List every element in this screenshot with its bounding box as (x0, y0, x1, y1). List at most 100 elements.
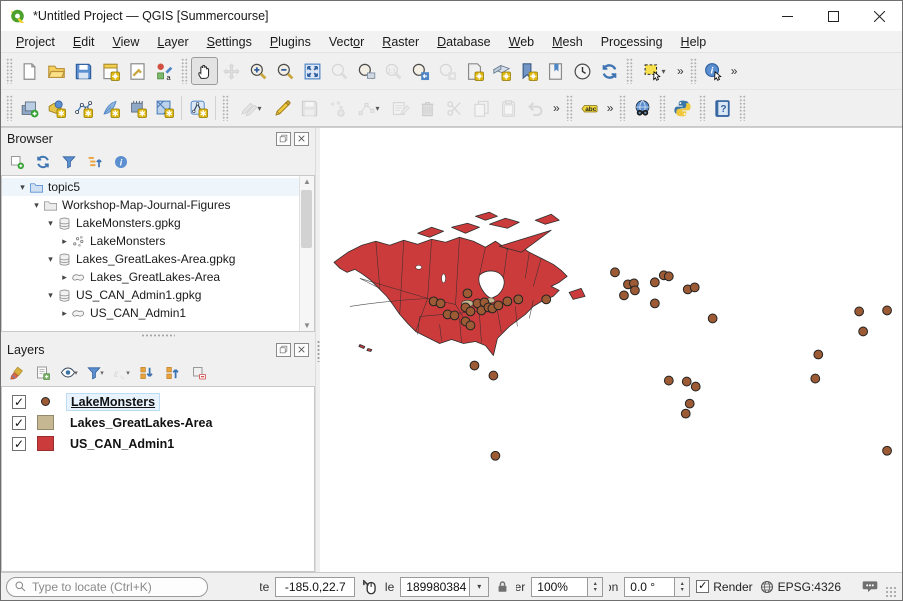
toolbar-grip[interactable] (181, 58, 188, 84)
zoom-to-selection-button[interactable] (326, 57, 353, 85)
vertex-tool-button[interactable]: ▾ (350, 94, 387, 122)
browser-item-us_can_admin1.gpkg[interactable]: ▾US_CAN_Admin1.gpkg (2, 286, 299, 304)
toolbar-overflow-button[interactable]: » (673, 64, 687, 78)
pan-map-button[interactable] (191, 57, 218, 85)
toolbar-overflow-button[interactable]: » (549, 101, 563, 115)
lock-scale-icon[interactable] (495, 579, 510, 594)
expander-icon[interactable]: ▾ (16, 182, 29, 193)
show-layout-manager-button[interactable] (124, 57, 151, 85)
minimize-button[interactable] (764, 1, 810, 31)
extents-toggle-icon[interactable] (361, 578, 379, 596)
menu-settings[interactable]: Settings (198, 33, 261, 51)
zoom-last-button[interactable] (407, 57, 434, 85)
digitize-with-segment-button[interactable] (323, 94, 350, 122)
manage-map-themes-button[interactable]: ▾ (57, 362, 81, 384)
menu-help[interactable]: Help (672, 33, 716, 51)
locator-search-input[interactable]: Type to locate (Ctrl+K) (6, 577, 208, 597)
map-canvas[interactable] (320, 128, 902, 572)
toolbar-grip[interactable] (739, 95, 746, 121)
layers-close-button[interactable] (294, 343, 309, 357)
style-manager-button[interactable]: a (151, 57, 178, 85)
help-contents-button[interactable]: ? (709, 94, 736, 122)
magnifier-value[interactable]: 100% (531, 577, 588, 597)
zoom-native-button[interactable]: 1:1 (380, 57, 407, 85)
open-layer-styling-button[interactable] (5, 362, 29, 384)
layer-row-us_can_admin1[interactable]: ✓US_CAN_Admin1 (2, 433, 314, 454)
layer-labeling-options-button[interactable]: abc (576, 94, 603, 122)
render-toggle[interactable]: ✓ Render (696, 580, 752, 594)
toolbar-grip[interactable] (626, 58, 633, 84)
open-project-button[interactable] (43, 57, 70, 85)
menu-raster[interactable]: Raster (373, 33, 428, 51)
copy-features-button[interactable] (468, 94, 495, 122)
new-project-button[interactable] (16, 57, 43, 85)
filter-legend-button[interactable]: ▾ (83, 362, 107, 384)
new-mesh-layer-button[interactable] (151, 94, 178, 122)
toolbar-grip[interactable] (690, 58, 697, 84)
refresh-map-button[interactable] (596, 57, 623, 85)
new-geopackage-layer-button[interactable] (43, 94, 70, 122)
zoom-next-button[interactable] (434, 57, 461, 85)
collapse-all-layers-button[interactable] (161, 362, 185, 384)
toolbar-grip[interactable] (6, 58, 13, 84)
rotation-value[interactable]: 0.0 ° (624, 577, 675, 597)
new-temporary-scratch-layer-button[interactable] (97, 94, 124, 122)
zoom-out-button[interactable] (272, 57, 299, 85)
layer-row-lakes_greatlakes-area[interactable]: ✓Lakes_GreatLakes-Area (2, 412, 314, 433)
menu-web[interactable]: Web (500, 33, 543, 51)
filter-browser-button[interactable] (57, 151, 81, 173)
zoom-in-button[interactable] (245, 57, 272, 85)
browser-close-button[interactable] (294, 132, 309, 146)
layer-visibility-checkbox[interactable]: ✓ (12, 437, 26, 451)
browser-item-lakes_greatlakes-area[interactable]: ▸Lakes_GreatLakes-Area (2, 268, 299, 286)
browser-item-lakes_greatlakes-area.gpkg[interactable]: ▾Lakes_GreatLakes-Area.gpkg (2, 250, 299, 268)
metasearch-button[interactable] (629, 94, 656, 122)
filter-by-expression-button[interactable]: ε▾ (109, 362, 133, 384)
browser-item-us_can_admin1[interactable]: ▸US_CAN_Admin1 (2, 304, 299, 322)
modify-attributes-button[interactable] (387, 94, 414, 122)
refresh-browser-button[interactable] (31, 151, 55, 173)
toolbar-overflow-button[interactable]: » (727, 64, 741, 78)
new-print-layout-button[interactable] (97, 57, 124, 85)
toolbar-grip[interactable] (222, 95, 229, 121)
zoom-to-layer-button[interactable] (353, 57, 380, 85)
paste-features-button[interactable] (495, 94, 522, 122)
cut-features-button[interactable] (441, 94, 468, 122)
toolbar-grip[interactable] (6, 95, 13, 121)
temporal-controller-button[interactable] (569, 57, 596, 85)
new-virtual-layer-button[interactable] (124, 94, 151, 122)
expander-icon[interactable]: ▸ (58, 272, 71, 283)
scale-value[interactable]: 189980384 (400, 577, 470, 597)
maximize-button[interactable] (810, 1, 856, 31)
expand-all-layers-button[interactable] (135, 362, 159, 384)
expander-icon[interactable]: ▸ (58, 236, 71, 247)
delete-selected-button[interactable] (414, 94, 441, 122)
toolbar-grip[interactable] (566, 95, 573, 121)
scale-combobox[interactable]: 189980384 ▾ (400, 577, 489, 597)
scale-dropdown-icon[interactable]: ▾ (470, 577, 489, 597)
menu-layer[interactable]: Layer (148, 33, 197, 51)
select-features-button[interactable]: ▾ (636, 57, 673, 85)
menu-database[interactable]: Database (428, 33, 500, 51)
new-map-view-button[interactable] (461, 57, 488, 85)
layer-visibility-checkbox[interactable]: ✓ (12, 395, 26, 409)
toolbar-grip[interactable] (659, 95, 666, 121)
expander-icon[interactable]: ▾ (44, 254, 57, 265)
expander-icon[interactable]: ▾ (44, 218, 57, 229)
rotation-spinbox[interactable]: 0.0 ° ▴▾ (624, 577, 690, 597)
new-spatial-bookmark-button[interactable] (515, 57, 542, 85)
menu-vector[interactable]: Vector (320, 33, 373, 51)
undo-button[interactable] (522, 94, 549, 122)
python-console-button[interactable] (669, 94, 696, 122)
expander-icon[interactable]: ▾ (44, 290, 57, 301)
add-selected-layers-button[interactable] (5, 151, 29, 173)
expander-icon[interactable]: ▾ (30, 200, 43, 211)
show-spatial-bookmarks-button[interactable] (542, 57, 569, 85)
toolbar-grip[interactable] (699, 95, 706, 121)
new-annotation-layer-button[interactable] (185, 94, 212, 122)
layers-float-button[interactable] (276, 343, 291, 357)
menu-project[interactable]: Project (7, 33, 64, 51)
panel-splitter[interactable] (1, 332, 315, 339)
menu-processing[interactable]: Processing (592, 33, 672, 51)
browser-item-workshop-map-journal-figures[interactable]: ▾Workshop-Map-Journal-Figures (2, 196, 299, 214)
